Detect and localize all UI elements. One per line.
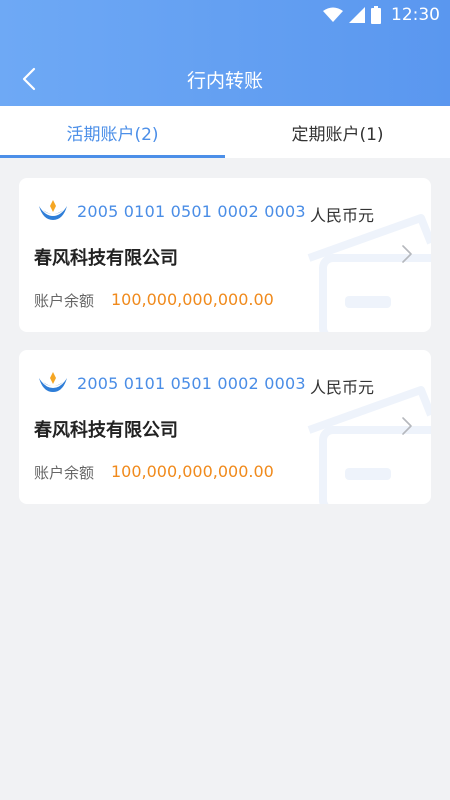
tab-current-accounts[interactable]: 活期账户(2) xyxy=(0,106,225,158)
status-bar: 12:30 xyxy=(323,4,440,26)
account-card[interactable]: 2005 0101 0501 0002 0003 人民币元 春风科技有限公司 账… xyxy=(19,178,431,332)
page-title: 行内转账 xyxy=(186,70,263,92)
balance-label: 账户余额 xyxy=(34,464,95,482)
balance-value: 100,000,000,000.00 xyxy=(111,290,274,309)
account-card[interactable]: 2005 0101 0501 0002 0003 人民币元 春风科技有限公司 账… xyxy=(19,350,431,504)
currency-label: 人民币元 xyxy=(310,378,375,397)
company-name: 春风科技有限公司 xyxy=(34,248,178,269)
battery-icon xyxy=(371,6,381,24)
account-number: 2005 0101 0501 0002 0003 xyxy=(77,202,306,221)
signal-icon xyxy=(349,7,365,23)
account-number: 2005 0101 0501 0002 0003 xyxy=(77,374,306,393)
account-tabs: 活期账户(2) 定期账户(1) xyxy=(0,106,450,158)
balance-value: 100,000,000,000.00 xyxy=(111,462,274,481)
bank-logo-icon xyxy=(39,372,67,392)
bank-logo-icon xyxy=(39,200,67,220)
app-header: 12:30 行内转账 xyxy=(0,0,450,106)
balance-label: 账户余额 xyxy=(34,292,95,310)
wifi-icon xyxy=(323,7,343,22)
tab-fixed-accounts[interactable]: 定期账户(1) xyxy=(225,106,450,158)
currency-label: 人民币元 xyxy=(310,206,375,225)
chevron-right-icon xyxy=(402,245,412,263)
status-time: 12:30 xyxy=(391,5,440,25)
company-name: 春风科技有限公司 xyxy=(34,420,178,441)
chevron-right-icon xyxy=(402,417,412,435)
